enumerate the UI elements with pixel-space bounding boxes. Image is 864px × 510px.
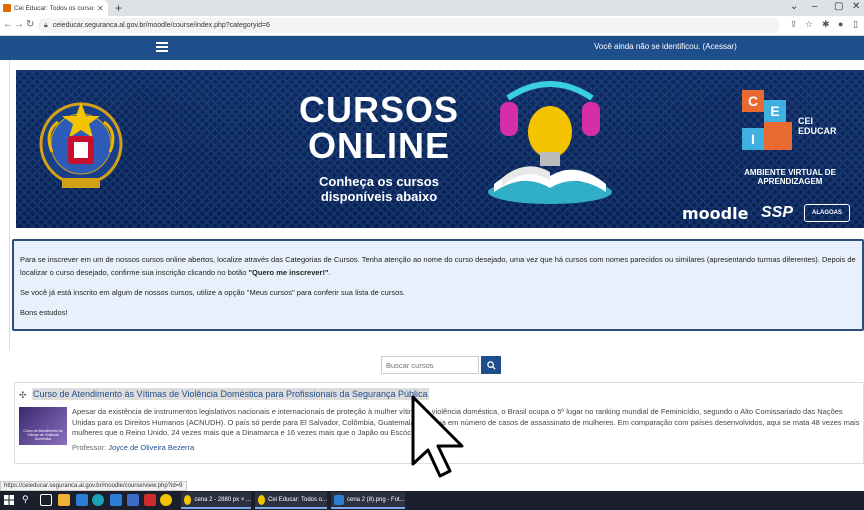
search-button[interactable] xyxy=(481,356,501,374)
close-window-icon[interactable]: ✕ xyxy=(852,1,860,12)
ava-line2: APRENDIZAGEM xyxy=(757,177,823,186)
bookmark-star-icon[interactable]: ☆ xyxy=(805,19,813,30)
logo-name: CEI EDUCAR xyxy=(798,116,837,136)
outlook-icon[interactable] xyxy=(127,494,139,506)
chrome-icon[interactable] xyxy=(160,494,172,506)
file-explorer-icon[interactable] xyxy=(58,494,70,506)
taskbar-task-2[interactable]: Cei Educar: Todos o... xyxy=(255,492,327,509)
mouse-cursor-icon xyxy=(411,395,464,478)
enroll-button-name: "Quero me inscrever!" xyxy=(248,268,329,277)
photoshop-icon[interactable] xyxy=(144,494,156,506)
reload-icon[interactable]: ↻ xyxy=(26,19,34,30)
banner-headline: CURSOS ONLINE xyxy=(274,92,484,164)
sidebar-icon[interactable]: ▯ xyxy=(853,19,858,30)
task-3-label: cena 2 (8).png - Fot... xyxy=(347,496,405,503)
photos-task-icon xyxy=(334,494,344,505)
info-paragraph-2: Se você já está inscrito em algum de nos… xyxy=(20,288,406,297)
windows-taskbar: ⚲ cena 2 - 2880 px × ... Cei Educar: Tod… xyxy=(0,491,864,510)
headline-line2: ONLINE xyxy=(307,125,450,166)
enrollment-info-box: Para se inscrever em um de nossos cursos… xyxy=(12,239,864,331)
moodle-favicon-icon xyxy=(3,4,11,12)
lock-icon: 🔒︎ xyxy=(44,21,48,29)
subtitle-line2: disponíveis abaixo xyxy=(320,189,438,204)
new-tab-icon[interactable]: + xyxy=(115,1,122,15)
courses-banner: CURSOS ONLINE Conheça os cursos disponív… xyxy=(16,70,864,228)
maximize-icon[interactable]: ▢ xyxy=(834,1,843,12)
moodle-logo: moodle xyxy=(682,204,749,223)
course-title-link[interactable]: Curso de Atendimento às Vítimas de Violê… xyxy=(32,388,429,400)
url-text: ceieducar.seguranca.al.gov.br/moodle/cou… xyxy=(52,22,270,29)
menu-icon[interactable] xyxy=(156,42,168,52)
logo-letter-c: C xyxy=(742,90,764,112)
ava-subtitle: AMBIENTE VIRTUAL DE APRENDIZAGEM xyxy=(720,168,860,186)
teacher-label: Professor: xyxy=(72,443,107,452)
logo-letter-i: I xyxy=(742,128,764,150)
ava-line1: AMBIENTE VIRTUAL DE xyxy=(744,168,836,177)
page-border xyxy=(9,60,10,350)
forward-icon[interactable]: → xyxy=(14,19,24,30)
url-field[interactable]: 🔒︎ ceieducar.seguranca.al.gov.br/moodle/… xyxy=(38,18,780,33)
tab-search-icon[interactable]: ⌄ xyxy=(790,1,798,12)
ssp-logo: SSP xyxy=(761,204,794,221)
mail-icon[interactable] xyxy=(110,494,122,506)
close-tab-icon[interactable]: ✕ xyxy=(97,4,104,13)
course-expand-icon[interactable]: ✣ xyxy=(19,390,27,401)
address-bar: ← → ↻ 🔒︎ ceieducar.seguranca.al.gov.br/m… xyxy=(0,16,864,36)
subtitle-line1: Conheça os cursos xyxy=(319,174,439,189)
police-crest-icon xyxy=(39,102,123,188)
chrome-task-icon-2 xyxy=(258,494,266,505)
teacher-link[interactable]: Joyce de Oliveira Bezerra xyxy=(108,443,194,452)
alagoas-logo: ALAGOAS xyxy=(804,204,850,222)
task-view-icon[interactable] xyxy=(40,494,52,506)
status-bar-url: https://ceieducar.seguranca.al.gov.br/mo… xyxy=(0,481,187,491)
course-search-input[interactable] xyxy=(381,356,479,374)
browser-tab-strip: Cei Educar: Todos os cursos ✕ + ⌄ – ▢ ✕ xyxy=(0,0,864,16)
banner-subtitle: Conheça os cursos disponíveis abaixo xyxy=(274,174,484,204)
chrome-task-icon xyxy=(184,494,192,505)
login-link[interactable]: Você ainda não se identificou. (Acessar) xyxy=(594,42,737,51)
info-paragraph-1: Para se inscrever em um de nossos cursos… xyxy=(20,255,856,277)
taskbar-task-3[interactable]: cena 2 (8).png - Fot... xyxy=(331,492,405,509)
task-1-label: cena 2 - 2880 px × ... xyxy=(194,496,251,503)
minimize-icon[interactable]: – xyxy=(812,1,818,12)
extensions-icon[interactable]: ✱ xyxy=(822,19,830,30)
store-icon[interactable] xyxy=(76,494,88,506)
course-thumbnail-caption: Curso de Atendimento às Vítimas de Violê… xyxy=(23,429,63,441)
browser-tab[interactable]: Cei Educar: Todos os cursos ✕ xyxy=(0,0,108,16)
task-2-label: Cei Educar: Todos o... xyxy=(268,496,327,503)
back-icon[interactable]: ← xyxy=(3,19,13,30)
profile-icon[interactable]: ● xyxy=(838,19,843,29)
book-headphones-illustration xyxy=(488,81,612,204)
course-thumbnail[interactable]: Curso de Atendimento às Vítimas de Violê… xyxy=(19,407,67,445)
site-navbar: Você ainda não se identificou. (Acessar) xyxy=(0,36,864,60)
logo-letter-e: E xyxy=(764,100,786,122)
logo-crest-box xyxy=(764,122,792,150)
cei-educar-logo: C E I CEI EDUCAR AMBIENTE VIRTUAL DE APR… xyxy=(720,82,860,194)
edge-icon[interactable] xyxy=(92,494,104,506)
share-icon[interactable]: ⇪ xyxy=(790,19,798,30)
logo-name-line1: CEI xyxy=(798,116,814,126)
course-teacher: Professor: Joyce de Oliveira Bezerra xyxy=(72,443,194,452)
headline-line1: CURSOS xyxy=(298,89,460,130)
tab-title: Cei Educar: Todos os cursos xyxy=(14,4,94,12)
search-icon xyxy=(486,360,496,370)
info-paragraph-3: Bons estudos! xyxy=(20,308,68,317)
taskbar-task-1[interactable]: cena 2 - 2880 px × ... xyxy=(181,492,251,509)
windows-start-icon[interactable] xyxy=(3,494,15,506)
logo-name-line2: EDUCAR xyxy=(798,126,837,136)
search-taskbar-icon[interactable]: ⚲ xyxy=(22,494,34,506)
